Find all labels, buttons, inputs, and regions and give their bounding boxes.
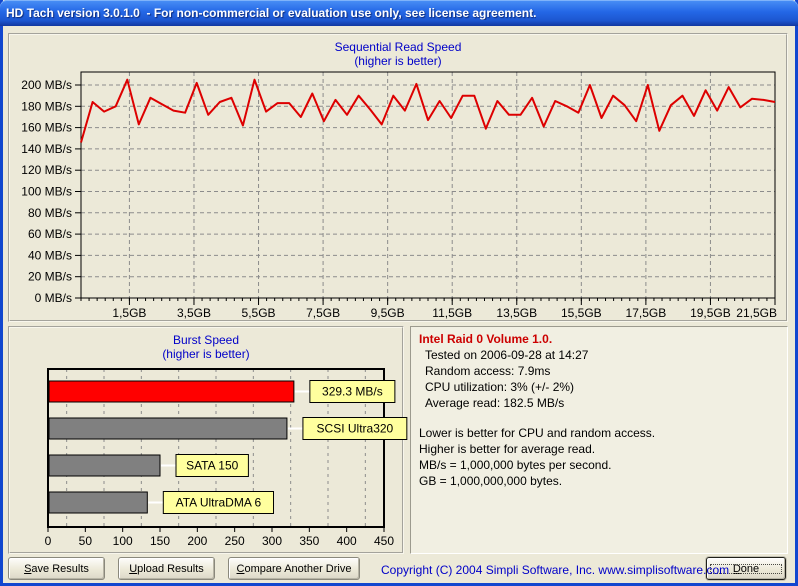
svg-text:40 MB/s: 40 MB/s (28, 248, 72, 262)
svg-text:1,5GB: 1,5GB (112, 306, 146, 320)
sequential-chart-title: Sequential Read Speed (334, 40, 462, 54)
drive-name: Intel Raid 0 Volume 1.0. (419, 332, 553, 346)
svg-text:160 MB/s: 160 MB/s (21, 121, 72, 135)
sequential-chart-subtitle: (higher is better) (354, 54, 442, 68)
note-higher-better: Higher is better for average read. (419, 442, 596, 456)
sequential-read-panel: Sequential Read Speed (higher is better)… (8, 33, 788, 322)
svg-text:60 MB/s: 60 MB/s (28, 227, 72, 241)
svg-text:450: 450 (374, 534, 394, 548)
svg-text:17,5GB: 17,5GB (626, 306, 667, 320)
svg-text:350: 350 (299, 534, 319, 548)
svg-text:SATA 150: SATA 150 (186, 459, 239, 473)
random-access-line: Random access: 7.9ms (425, 364, 551, 378)
burst-speed-chart: 0 50 100 150 200 250 300 350 400 450 329.3 MB/s SCS… (45, 368, 408, 548)
svg-text:ATA UltraDMA 6: ATA UltraDMA 6 (176, 496, 262, 510)
upload-results-button[interactable]: Upload Results (118, 557, 215, 580)
window-titlebar[interactable]: HD Tach version 3.0.1.0 - For non-commer… (0, 0, 798, 26)
svg-text:50: 50 (79, 534, 93, 548)
burst-chart-subtitle: (higher is better) (162, 347, 250, 361)
note-lower-better: Lower is better for CPU and random acces… (419, 426, 656, 440)
svg-text:19,5GB: 19,5GB (690, 306, 731, 320)
svg-text:200 MB/s: 200 MB/s (21, 78, 72, 92)
svg-text:13,5GB: 13,5GB (496, 306, 537, 320)
note-gb-definition: GB = 1,000,000,000 bytes. (419, 474, 563, 488)
svg-text:100: 100 (113, 534, 133, 548)
window-body: Sequential Read Speed (higher is better)… (3, 26, 795, 583)
svg-text:3,5GB: 3,5GB (177, 306, 211, 320)
svg-text:100 MB/s: 100 MB/s (21, 185, 72, 199)
svg-text:9,5GB: 9,5GB (371, 306, 405, 320)
cpu-utilization-line: CPU utilization: 3% (+/- 2%) (425, 380, 575, 394)
drive-info-panel: Intel Raid 0 Volume 1.0. Tested on 2006-… (410, 326, 788, 554)
svg-text:21,5GB: 21,5GB (736, 306, 777, 320)
compare-another-drive-button[interactable]: Compare Another Drive (228, 557, 360, 580)
svg-text:15,5GB: 15,5GB (561, 306, 602, 320)
burst-chart-title: Burst Speed (172, 333, 240, 347)
note-mbs-definition: MB/s = 1,000,000 bytes per second. (419, 458, 612, 472)
svg-text:7,5GB: 7,5GB (306, 306, 340, 320)
svg-text:120 MB/s: 120 MB/s (21, 163, 72, 177)
window-title: HD Tach version 3.0.1.0 - For non-commer… (6, 6, 537, 20)
svg-text:0: 0 (45, 534, 52, 548)
copyright-text: Copyright (C) 2004 Simpli Software, Inc.… (381, 563, 730, 577)
save-results-button[interactable]: Save Results (8, 557, 105, 580)
svg-text:SCSI Ultra320: SCSI Ultra320 (317, 422, 394, 436)
tested-on-line: Tested on 2006-09-28 at 14:27 (425, 348, 589, 362)
svg-text:5,5GB: 5,5GB (242, 306, 276, 320)
svg-text:80 MB/s: 80 MB/s (28, 206, 72, 220)
svg-text:20 MB/s: 20 MB/s (28, 270, 72, 284)
hd-tach-window: HD Tach version 3.0.1.0 - For non-commer… (0, 0, 798, 586)
svg-text:300: 300 (262, 534, 282, 548)
svg-text:140 MB/s: 140 MB/s (21, 142, 72, 156)
sequential-read-chart: 200 MB/s 180 MB/s 160 MB/s 140 MB/s 120 MB/s… (21, 71, 777, 320)
svg-text:180 MB/s: 180 MB/s (21, 99, 72, 113)
svg-text:329.3 MB/s: 329.3 MB/s (322, 385, 383, 399)
svg-text:150: 150 (150, 534, 170, 548)
svg-text:0 MB/s: 0 MB/s (35, 291, 72, 305)
svg-text:11,5GB: 11,5GB (432, 306, 472, 320)
svg-text:400: 400 (337, 534, 357, 548)
average-read-line: Average read: 182.5 MB/s (425, 396, 565, 410)
burst-speed-panel: Burst Speed (higher is better) 0 50 100 150… (8, 326, 408, 554)
svg-text:250: 250 (225, 534, 245, 548)
svg-text:200: 200 (187, 534, 207, 548)
